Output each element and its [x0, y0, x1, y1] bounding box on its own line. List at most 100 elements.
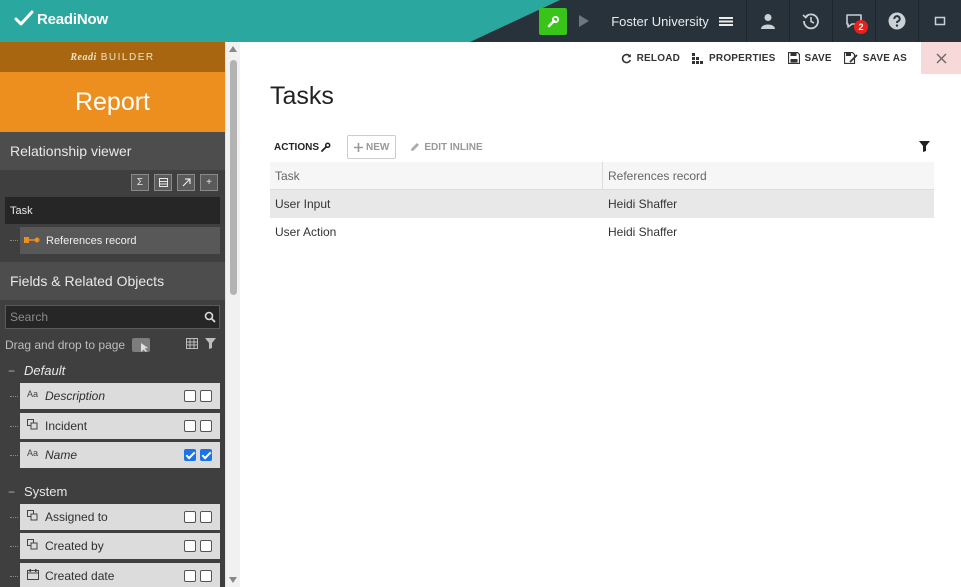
new-label: NEW — [366, 141, 390, 153]
report-actions-bar: ACTIONS NEW EDIT INLINE — [270, 135, 934, 159]
notification-badge: 2 — [854, 20, 868, 34]
field-row-created-date[interactable]: Created date — [20, 563, 220, 587]
field-group-system[interactable]: − System — [8, 484, 67, 499]
field-checkbox[interactable] — [200, 390, 212, 402]
collapse-icon: − — [8, 484, 16, 499]
fullscreen-icon — [934, 16, 945, 26]
relationship-tools: Σ + — [131, 174, 218, 191]
history-button[interactable] — [789, 0, 832, 42]
pencil-icon — [411, 143, 420, 151]
fields-search-input[interactable]: Search — [5, 305, 220, 329]
field-checkbox[interactable] — [184, 420, 196, 432]
field-checkbox[interactable] — [200, 570, 212, 582]
field-group-default[interactable]: − Default — [8, 363, 65, 378]
field-label: Name — [45, 448, 78, 462]
reload-button[interactable]: RELOAD — [621, 53, 680, 64]
sigma-icon[interactable]: Σ — [131, 174, 149, 191]
help-icon — [888, 12, 905, 30]
builder-header: Readi BUILDER — [0, 42, 225, 72]
actions-menu-button[interactable]: ACTIONS — [274, 142, 331, 153]
report-title[interactable]: Tasks — [270, 82, 334, 111]
field-row-name[interactable]: Aa Name — [20, 442, 220, 468]
table-cell: Heidi Shaffer — [608, 225, 678, 239]
field-checkbox-checked[interactable] — [200, 449, 212, 461]
relationship-child-label: References record — [46, 234, 137, 247]
scroll-up-arrow-icon[interactable] — [229, 46, 237, 52]
user-button[interactable] — [746, 0, 789, 42]
field-row-incident[interactable]: Incident — [20, 413, 220, 439]
field-label: Description — [45, 389, 106, 403]
scroll-down-arrow-icon[interactable] — [229, 577, 237, 583]
logo-text: ReadiNow — [37, 10, 108, 28]
tenant-name[interactable]: Foster University — [610, 0, 710, 42]
drag-hint-row: Drag and drop to page — [5, 335, 220, 355]
field-checkbox[interactable] — [200, 511, 212, 523]
filter-icon[interactable] — [205, 338, 216, 349]
relationship-child-node[interactable]: References record — [20, 227, 220, 254]
run-button[interactable] — [572, 0, 596, 42]
reload-icon — [621, 53, 631, 63]
text-icon: Aa — [27, 389, 39, 399]
edit-inline-button[interactable]: EDIT INLINE — [410, 142, 483, 153]
field-row-description[interactable]: Aa Description — [20, 383, 220, 409]
drag-cursor-icon — [132, 338, 151, 352]
wrench-icon — [321, 142, 331, 152]
field-checkbox[interactable] — [184, 540, 196, 552]
scroll-thumb[interactable] — [230, 60, 237, 295]
grid-view-icon[interactable] — [186, 338, 198, 349]
field-checkbox-checked[interactable] — [184, 449, 196, 461]
field-row-created-by[interactable]: Created by — [20, 533, 220, 559]
close-builder-button[interactable] — [921, 42, 961, 74]
field-row-assigned-to[interactable]: Assigned to — [20, 504, 220, 530]
search-icon[interactable] — [204, 311, 216, 323]
relationship-viewer-header[interactable]: Relationship viewer — [0, 132, 225, 170]
table-row[interactable]: User Input Heidi Shaffer — [270, 190, 934, 218]
table-cell: User Input — [275, 197, 331, 211]
field-checkbox[interactable] — [184, 390, 196, 402]
app-logo[interactable]: ReadiNow — [14, 8, 108, 30]
field-label: Incident — [45, 419, 88, 433]
tree-connector — [10, 426, 18, 427]
tree-connector — [10, 455, 18, 456]
save-button[interactable]: SAVE — [787, 52, 832, 64]
lookup-icon — [27, 510, 38, 523]
relationship-root-node[interactable]: Task — [5, 197, 220, 224]
tree-connector — [10, 546, 18, 547]
filter-icon[interactable] — [919, 141, 930, 152]
builder-toggle-button[interactable] — [539, 8, 567, 35]
column-header-references-record[interactable]: References record — [602, 162, 934, 189]
field-checkbox[interactable] — [200, 540, 212, 552]
field-checkbox[interactable] — [200, 420, 212, 432]
plus-icon[interactable]: + — [200, 174, 218, 191]
save-label: SAVE — [804, 52, 832, 64]
field-checkbox[interactable] — [184, 511, 196, 523]
tenant-menu-button[interactable] — [714, 0, 738, 42]
fields-header[interactable]: Fields & Related Objects — [0, 262, 225, 300]
grid-header-row: Task References record — [270, 162, 934, 190]
save-as-button[interactable]: SAVE AS — [843, 52, 907, 64]
builder-brand: Readi — [70, 51, 97, 63]
save-as-icon — [843, 52, 858, 64]
sidebar-scrollbar[interactable] — [225, 42, 240, 587]
builder-label: BUILDER — [100, 51, 155, 63]
new-record-button[interactable]: NEW — [347, 135, 397, 159]
field-group-label: Default — [24, 363, 66, 378]
table-row[interactable]: User Action Heidi Shaffer — [270, 218, 934, 246]
actions-label: ACTIONS — [274, 141, 319, 153]
field-checkbox[interactable] — [184, 570, 196, 582]
column-header-task[interactable]: Task — [270, 162, 602, 189]
messages-button[interactable] — [832, 0, 875, 42]
play-icon — [579, 15, 589, 27]
field-group-label: System — [24, 484, 68, 499]
fullscreen-button[interactable] — [918, 0, 961, 42]
properties-button[interactable]: PROPERTIES — [692, 52, 776, 64]
builder-toolbar: RELOAD PROPERTIES SAVE SAVE AS — [621, 42, 961, 74]
table-icon[interactable] — [154, 174, 172, 191]
properties-label: PROPERTIES — [709, 52, 776, 64]
arrow-up-right-icon[interactable] — [177, 174, 195, 191]
help-button[interactable] — [875, 0, 918, 42]
report-grid: Task References record User Input Heidi … — [270, 162, 934, 246]
search-placeholder: Search — [10, 310, 49, 324]
table-cell: Heidi Shaffer — [608, 197, 678, 211]
calendar-icon — [27, 569, 39, 582]
